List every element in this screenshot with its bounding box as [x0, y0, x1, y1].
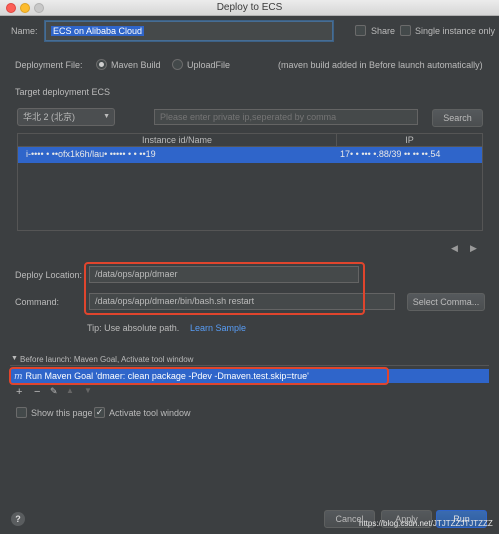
show-page-checkbox[interactable]	[16, 407, 27, 418]
activate-tool-window-checkbox[interactable]: ✓	[94, 407, 105, 418]
watermark-text: https://blog.csdn.net/JTJTZZJTJTZZZ	[359, 519, 493, 528]
move-down-icon[interactable]: ▼	[84, 386, 92, 395]
ip-cell: 17• • ••• •.88/39 •• •• ••.54	[340, 149, 441, 159]
region-value: 华北 2 (北京)	[23, 112, 76, 122]
title-bar: Deploy to ECS	[0, 0, 499, 16]
name-field[interactable]: ECS on Alibaba Cloud	[45, 21, 333, 41]
maven-build-label: Maven Build	[111, 60, 161, 70]
maven-build-note: (maven build added in Before launch auto…	[278, 60, 483, 70]
highlight-box	[84, 262, 365, 315]
before-launch-header: Before launch: Maven Goal, Activate tool…	[20, 355, 194, 364]
share-label: Share	[371, 26, 396, 36]
previous-page-icon[interactable]: ◀	[451, 243, 458, 254]
region-select[interactable]: 华北 2 (北京) ▼	[17, 108, 115, 126]
private-ip-search-input[interactable]	[154, 109, 418, 125]
add-icon[interactable]: +	[16, 386, 22, 398]
edit-icon[interactable]: ✎	[50, 386, 58, 397]
deploy-location-label: Deploy Location:	[15, 270, 83, 280]
remove-icon[interactable]: −	[34, 386, 40, 398]
instance-cell: i-•••• • ••ofx1k6h/lau• ••••• • • ••19	[26, 149, 156, 159]
single-instance-label: Single instance only	[415, 26, 496, 36]
table-row[interactable]: i-•••• • ••ofx1k6h/lau• ••••• • • ••19 1…	[18, 147, 482, 163]
window-title: Deploy to ECS	[216, 2, 283, 13]
chevron-down-icon: ▼	[103, 113, 110, 120]
upload-file-label: UploadFile	[187, 60, 231, 70]
tip-text: Tip: Use absolute path.	[87, 323, 180, 333]
target-deployment-label: Target deployment ECS	[15, 87, 111, 97]
help-button[interactable]: ?	[11, 512, 25, 526]
command-label: Command:	[15, 297, 60, 307]
ecs-instance-table: Instance id/Name IP i-•••• • ••ofx1k6h/l…	[17, 133, 483, 231]
single-instance-checkbox[interactable]	[400, 25, 411, 36]
learn-sample-link[interactable]: Learn Sample	[190, 323, 246, 333]
activate-tool-window-label: Activate tool window	[109, 408, 191, 418]
highlight-box	[9, 367, 389, 385]
share-checkbox[interactable]	[355, 25, 366, 36]
upload-file-radio[interactable]	[172, 59, 183, 70]
search-button[interactable]: Search	[432, 109, 483, 127]
deployment-file-label: Deployment File:	[15, 60, 83, 70]
show-page-label: Show this page	[31, 408, 93, 418]
select-command-button[interactable]: Select Comma...	[407, 293, 485, 311]
column-header-ip[interactable]: IP	[337, 134, 482, 147]
collapse-triangle-icon[interactable]: ▼	[11, 355, 18, 362]
column-header-instance[interactable]: Instance id/Name	[18, 134, 337, 147]
name-value: ECS on Alibaba Cloud	[51, 26, 145, 36]
next-page-icon[interactable]: ▶	[470, 243, 477, 254]
name-label: Name:	[11, 26, 38, 36]
move-up-icon[interactable]: ▲	[66, 386, 74, 395]
maven-build-radio[interactable]	[96, 59, 107, 70]
divider	[10, 365, 489, 366]
